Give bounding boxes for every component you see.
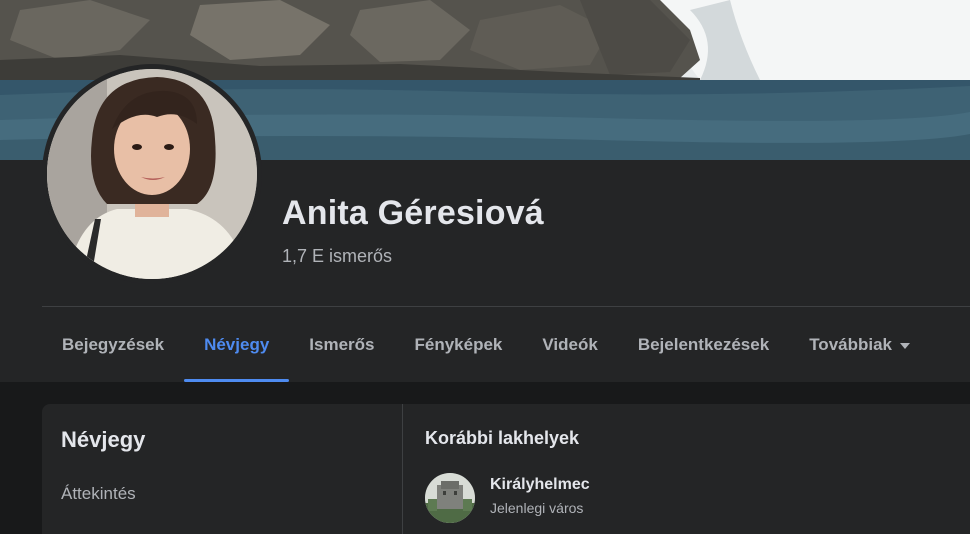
- about-content: Korábbi lakhelyek Királyhelmec Jelenlegi…: [403, 404, 970, 534]
- avatar-portrait: [47, 69, 257, 279]
- tab-videos[interactable]: Videók: [522, 318, 617, 372]
- profile-avatar[interactable]: [42, 64, 262, 284]
- friends-count[interactable]: 1,7 E ismerős: [282, 246, 392, 267]
- tab-label: Bejegyzések: [62, 335, 165, 354]
- avatar-image: [47, 69, 257, 279]
- about-card: Névjegy Áttekintés Korábbi lakhelyek Kir…: [42, 404, 970, 534]
- profile-page: Anita Géresiová 1,7 E ismerős Bejegyzése…: [0, 0, 970, 534]
- place-name[interactable]: Királyhelmec: [490, 476, 590, 494]
- place-thumbnail[interactable]: [425, 473, 475, 523]
- tab-checkins[interactable]: Bejelentkezések: [618, 318, 789, 372]
- profile-name: Anita Géresiová: [282, 194, 544, 232]
- header-divider: [42, 306, 970, 307]
- tab-label: Bejelentkezések: [637, 335, 770, 354]
- about-item-overview[interactable]: Áttekintés: [61, 484, 136, 504]
- tab-label: Továbbiak: [809, 335, 893, 354]
- profile-tabs: Bejegyzések Névjegy Ismerős Fényképek Vi…: [42, 318, 930, 382]
- tab-label: Ismerős: [309, 335, 375, 354]
- about-sidebar: Névjegy Áttekintés: [42, 404, 403, 534]
- tab-label: Fényképek: [414, 335, 503, 354]
- town-image: [425, 473, 475, 523]
- about-title: Névjegy: [61, 427, 146, 452]
- tab-posts[interactable]: Bejegyzések: [42, 318, 184, 372]
- place-description: Jelenlegi város: [490, 500, 584, 516]
- places-title: Korábbi lakhelyek: [425, 428, 580, 448]
- caret-down-icon: [900, 343, 911, 349]
- tab-about[interactable]: Névjegy: [184, 318, 290, 382]
- tab-friends[interactable]: Ismerős: [289, 318, 394, 372]
- tab-label: Névjegy: [204, 335, 270, 354]
- tab-more[interactable]: Továbbiak: [789, 318, 930, 372]
- tab-label: Videók: [542, 335, 598, 354]
- tab-photos[interactable]: Fényképek: [394, 318, 522, 372]
